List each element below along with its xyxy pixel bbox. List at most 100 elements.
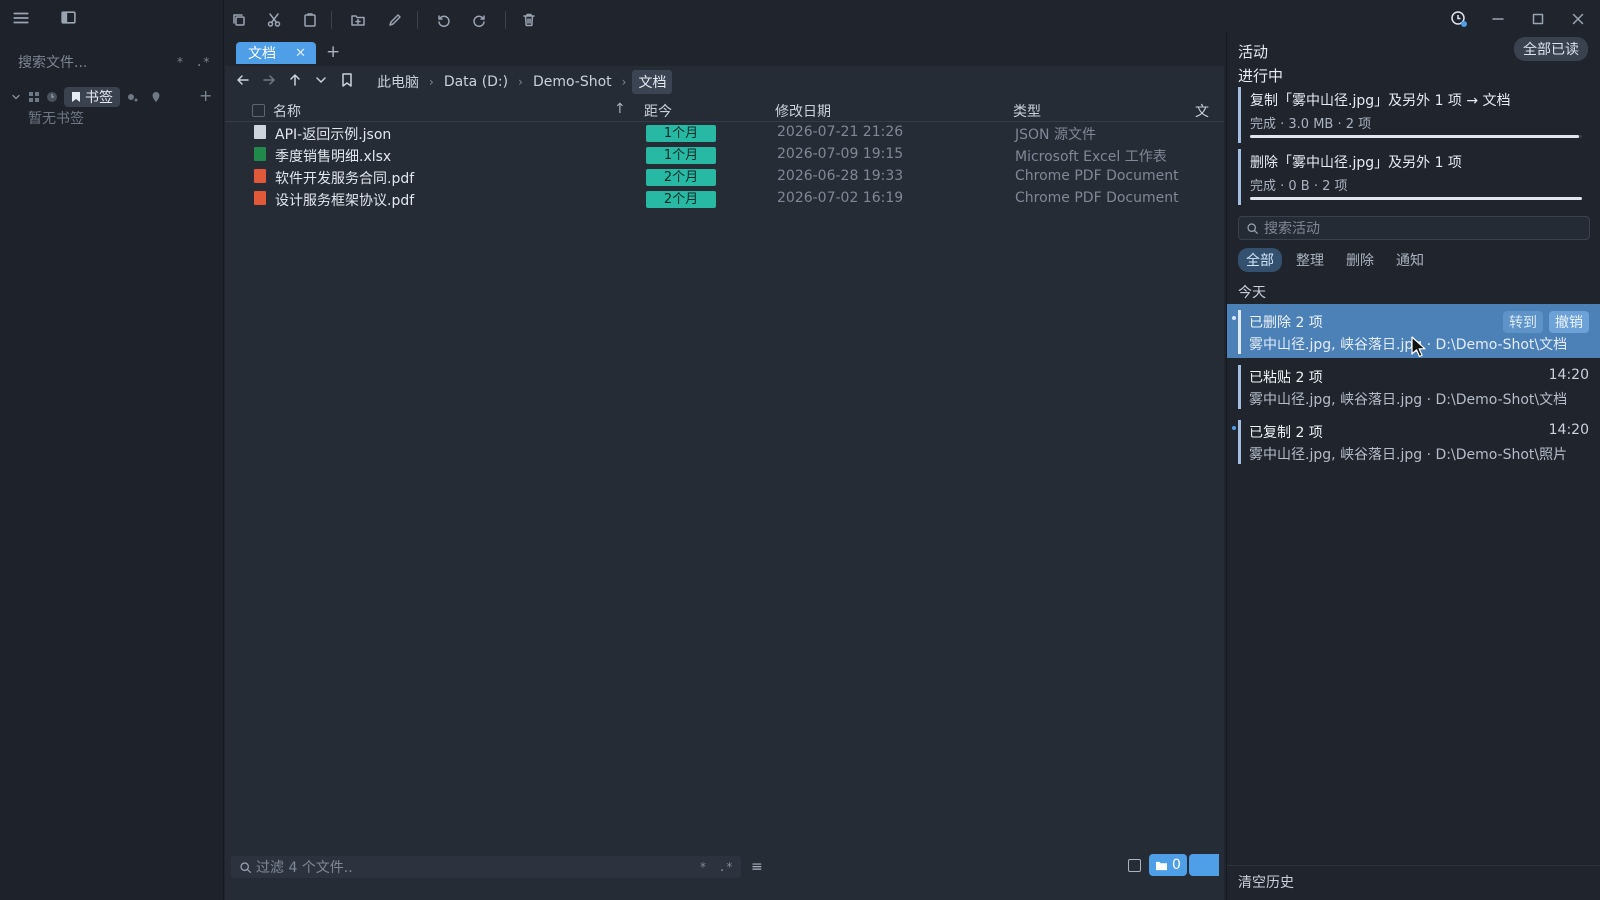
delete-trash-icon[interactable] — [520, 11, 538, 29]
age-badge: 2个月 — [646, 191, 716, 208]
filter-all[interactable]: 全部 — [1238, 248, 1282, 272]
table-row[interactable]: API-返回示例.json 1个月 2026-07-21 21:26 JSON … — [225, 122, 1224, 144]
activity-title: 活动 — [1238, 43, 1269, 61]
column-name[interactable]: 名称 — [273, 101, 301, 121]
filter-glob-toggle[interactable]: * — [699, 860, 706, 874]
menu-icon[interactable] — [12, 9, 30, 27]
activity-history-icon[interactable] — [1450, 10, 1468, 28]
entry-detail: 雾中山径.jpg, 峡谷落日.jpg · D:\Demo-Shot\文档 — [1249, 337, 1568, 353]
entry-title: 已删除 2 项 — [1249, 315, 1323, 331]
back-arrow-icon[interactable] — [235, 72, 251, 88]
tags-icon[interactable] — [126, 91, 138, 103]
unread-dot — [1232, 316, 1236, 320]
undo-icon[interactable] — [434, 11, 452, 29]
table-row[interactable]: 季度销售明细.xlsx 1个月 2026-07-09 19:15 Microso… — [225, 144, 1224, 166]
breadcrumb-this-pc[interactable]: 此电脑 — [373, 70, 423, 94]
age-badge: 2个月 — [646, 169, 716, 186]
file-count-badge[interactable] — [1189, 854, 1219, 876]
progress-status: 完成 · 3.0 MB · 2 项 — [1250, 117, 1372, 132]
toggle-sidebar-icon[interactable] — [60, 9, 77, 27]
breadcrumb-separator: › — [621, 75, 627, 89]
redo-icon[interactable] — [471, 11, 489, 29]
age-badge: 1个月 — [646, 147, 716, 164]
minimize-icon[interactable] — [1489, 10, 1507, 28]
breadcrumb-drive[interactable]: Data (D:) — [440, 72, 512, 92]
sidebar-search-input[interactable]: 搜索文件... — [18, 52, 87, 72]
activity-search-input[interactable]: 搜索活动 — [1238, 216, 1590, 240]
bookmarks-tab[interactable]: 书签 — [64, 87, 120, 107]
goto-button[interactable]: 转到 — [1503, 311, 1543, 333]
selection-checkbox-icon[interactable] — [1128, 859, 1141, 872]
sort-ascending-icon[interactable]: ↑ — [614, 101, 626, 117]
json-file-icon — [254, 125, 266, 139]
entry-accent-bar — [1238, 310, 1241, 354]
filter-regex-toggle[interactable]: .* — [719, 860, 733, 874]
filter-notify[interactable]: 通知 — [1388, 248, 1432, 272]
bookmarks-label: 书签 — [85, 90, 113, 106]
regex-toggle[interactable]: .* — [196, 55, 210, 69]
bookmarks-empty-text: 暂无书签 — [28, 111, 84, 127]
mark-all-read-button[interactable]: 全部已读 — [1514, 37, 1588, 61]
progress-fill — [1250, 135, 1579, 138]
filter-placeholder: 过滤 4 个文件.. — [256, 860, 353, 876]
filter-organize[interactable]: 整理 — [1288, 248, 1332, 272]
table-row[interactable]: 软件开发服务合同.pdf 2个月 2026-06-28 19:33 Chrome… — [225, 166, 1224, 188]
glob-toggle[interactable]: * — [176, 55, 183, 69]
entry-title: 已粘贴 2 项 — [1249, 370, 1323, 386]
search-icon — [1247, 222, 1258, 234]
modified-date: 2026-07-09 19:15 — [777, 146, 904, 162]
toolbar-divider — [331, 11, 332, 29]
activity-entry[interactable]: 已复制 2 项 14:20 雾中山径.jpg, 峡谷落日.jpg · D:\De… — [1227, 414, 1600, 468]
mouse-cursor-icon — [1411, 336, 1426, 358]
column-type[interactable]: 类型 — [1013, 101, 1041, 121]
activity-entry[interactable]: 已粘贴 2 项 14:20 雾中山径.jpg, 峡谷落日.jpg · D:\De… — [1227, 359, 1600, 413]
collapse-chevron-icon[interactable] — [10, 91, 22, 103]
maximize-icon[interactable] — [1529, 10, 1547, 28]
forward-arrow-icon[interactable] — [261, 72, 277, 88]
entry-accent-bar — [1238, 420, 1241, 464]
add-bookmark-button[interactable]: + — [199, 86, 212, 105]
new-folder-icon[interactable] — [349, 11, 367, 29]
file-type: JSON 源文件 — [1015, 127, 1096, 143]
progress-item[interactable]: 复制「雾中山径.jpg」及另外 1 项 → 文档 完成 · 3.0 MB · 2… — [1238, 87, 1590, 143]
column-more[interactable]: 文 — [1195, 101, 1209, 121]
location-pin-icon[interactable] — [150, 91, 162, 103]
table-row[interactable]: 设计服务框架协议.pdf 2个月 2026-07-02 16:19 Chrome… — [225, 188, 1224, 210]
rename-pencil-icon[interactable] — [386, 11, 404, 29]
progress-item[interactable]: 删除「雾中山径.jpg」及另外 1 项 完成 · 0 B · 2 项 — [1238, 149, 1590, 205]
new-tab-button[interactable]: + — [326, 42, 340, 62]
file-name: 设计服务框架协议.pdf — [275, 193, 415, 209]
toolbar — [224, 0, 1224, 40]
pdf-file-icon — [254, 169, 266, 183]
column-modified[interactable]: 修改日期 — [775, 101, 831, 121]
undo-button[interactable]: 撤销 — [1549, 311, 1589, 333]
breadcrumb-current[interactable]: 文档 — [632, 70, 673, 94]
file-name: 季度销售明细.xlsx — [275, 149, 392, 165]
copy-icon[interactable] — [230, 11, 248, 29]
modified-date: 2026-06-28 19:33 — [777, 168, 904, 184]
history-dropdown-icon[interactable] — [313, 72, 329, 88]
excel-file-icon — [254, 147, 266, 161]
up-arrow-icon[interactable] — [287, 72, 303, 88]
cut-icon[interactable] — [265, 11, 283, 29]
select-all-checkbox[interactable] — [252, 104, 265, 117]
unread-dot — [1232, 426, 1236, 430]
paste-icon[interactable] — [301, 11, 319, 29]
recent-clock-icon[interactable] — [46, 91, 58, 103]
folder-count-badge[interactable]: 0 — [1149, 854, 1187, 876]
quick-access-icon[interactable] — [28, 91, 40, 103]
close-window-icon[interactable] — [1569, 10, 1587, 28]
list-view-icon[interactable]: ≡ — [751, 859, 763, 875]
bookmark-toggle-icon[interactable] — [339, 72, 355, 88]
filter-delete[interactable]: 删除 — [1338, 248, 1382, 272]
progress-bar — [1250, 135, 1582, 138]
tab-documents[interactable]: 文档 ✕ — [236, 42, 316, 64]
tab-close-icon[interactable]: ✕ — [295, 46, 306, 61]
sidebar-search[interactable]: 搜索文件... * .* — [18, 50, 210, 74]
filter-input[interactable]: 过滤 4 个文件.. * .* — [231, 856, 741, 878]
clear-history-button[interactable]: 清空历史 — [1238, 872, 1294, 892]
breadcrumb-demo-shot[interactable]: Demo-Shot — [529, 72, 616, 92]
column-age[interactable]: 距今 — [644, 101, 672, 121]
search-icon — [240, 861, 251, 873]
folder-icon — [1156, 861, 1168, 870]
